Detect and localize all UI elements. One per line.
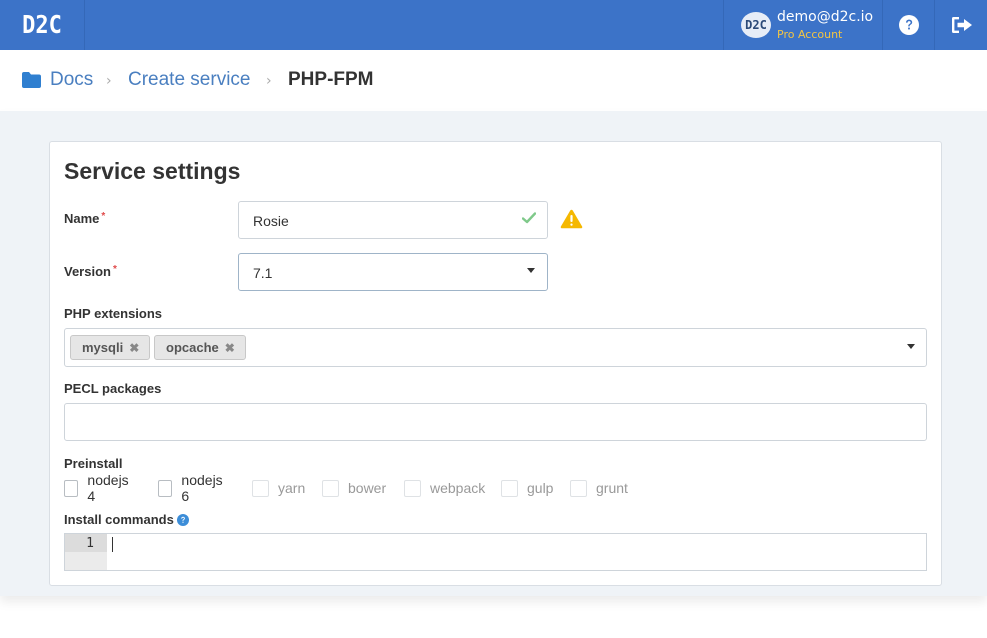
name-label-text: Name <box>64 211 100 226</box>
pecl-packages-input[interactable] <box>64 403 927 441</box>
editor-gutter-active-line: 1 <box>65 534 107 552</box>
preinstall-gulp-checkbox[interactable]: gulp <box>501 479 553 497</box>
pecl-packages-label: PECL packages <box>64 381 162 396</box>
version-label: Version * <box>64 264 117 279</box>
checkbox-label: yarn <box>278 480 306 496</box>
breadcrumb-docs-link[interactable]: Docs <box>50 69 93 91</box>
preinstall-label: Preinstall <box>64 456 123 471</box>
preinstall-nodejs4-checkbox[interactable]: nodejs 4 <box>64 472 131 504</box>
preinstall-webpack-checkbox[interactable]: webpack <box>404 479 485 497</box>
checkbox-label: grunt <box>596 480 628 496</box>
app-logo[interactable]: D2C <box>0 0 85 50</box>
account-plan: Pro Account <box>777 28 843 41</box>
preinstall-grunt-checkbox[interactable]: grunt <box>570 479 628 497</box>
version-label-text: Version <box>64 264 111 279</box>
logo-text: D2C <box>22 10 62 40</box>
tag-label: mysqli <box>82 340 124 355</box>
checkbox-label: webpack <box>430 480 486 496</box>
breadcrumb: Docs › Create service › PHP-FPM <box>0 50 987 111</box>
question-circle-icon <box>898 15 919 35</box>
account-email: demo@d2c.io <box>777 9 874 25</box>
help-button[interactable] <box>883 0 935 50</box>
checkbox-label: gulp <box>527 480 554 496</box>
breadcrumb-create-service-link[interactable]: Create service <box>128 69 251 91</box>
top-navbar: D2C D2C demo@d2c.io Pro Account <box>0 0 987 50</box>
check-icon <box>522 212 536 224</box>
checkbox-label: nodejs 6 <box>181 472 223 504</box>
checkbox-label: nodejs 4 <box>87 472 129 504</box>
checkbox-box[interactable] <box>158 479 173 497</box>
checkbox-label: bower <box>348 480 387 496</box>
version-select[interactable]: 7.1 <box>238 253 548 291</box>
tag-mysqli: mysqli ✖ <box>70 335 151 360</box>
breadcrumb-separator: › <box>266 73 272 89</box>
required-mark: * <box>112 264 117 275</box>
checkbox-box[interactable] <box>570 479 587 497</box>
account-menu[interactable]: D2C demo@d2c.io Pro Account <box>723 0 883 50</box>
warning-icon <box>560 209 583 229</box>
checkbox-box[interactable] <box>322 479 339 497</box>
required-mark: * <box>101 211 106 222</box>
tag-label: opcache <box>166 340 219 355</box>
service-settings-panel: Service settings Name * Rosie Version * 7.… <box>49 141 942 586</box>
breadcrumb-separator: › <box>106 73 112 89</box>
avatar: D2C <box>741 12 771 38</box>
preinstall-yarn-checkbox[interactable]: yarn <box>252 479 305 497</box>
name-label: Name * <box>64 211 105 226</box>
remove-tag-icon[interactable]: ✖ <box>225 341 235 355</box>
panel-title: Service settings <box>64 158 241 184</box>
checkbox-box[interactable] <box>501 479 518 497</box>
chevron-down-icon <box>907 344 915 349</box>
name-input[interactable]: Rosie <box>238 201 548 239</box>
avatar-text: D2C <box>745 18 767 32</box>
chevron-down-icon <box>527 268 535 273</box>
install-commands-editor[interactable]: 1 <box>64 533 927 571</box>
line-number: 1 <box>86 536 94 551</box>
preinstall-nodejs6-checkbox[interactable]: nodejs 6 <box>158 472 225 504</box>
php-extensions-multiselect[interactable]: mysqli ✖ opcache ✖ <box>64 328 927 367</box>
text-cursor <box>112 537 113 552</box>
version-selected-value: 7.1 <box>253 265 273 281</box>
folder-icon <box>22 72 41 88</box>
install-commands-label: Install commands <box>64 512 174 527</box>
sign-out-icon <box>951 17 972 33</box>
info-question-icon[interactable] <box>177 514 189 526</box>
checkbox-box[interactable] <box>252 479 269 497</box>
breadcrumb-current: PHP-FPM <box>288 69 374 90</box>
checkbox-box[interactable] <box>404 479 421 497</box>
remove-tag-icon[interactable]: ✖ <box>129 341 139 355</box>
tag-opcache: opcache ✖ <box>154 335 246 360</box>
logout-button[interactable] <box>936 0 987 50</box>
checkbox-box[interactable] <box>64 479 79 497</box>
php-extensions-label: PHP extensions <box>64 306 163 321</box>
preinstall-bower-checkbox[interactable]: bower <box>322 479 386 497</box>
